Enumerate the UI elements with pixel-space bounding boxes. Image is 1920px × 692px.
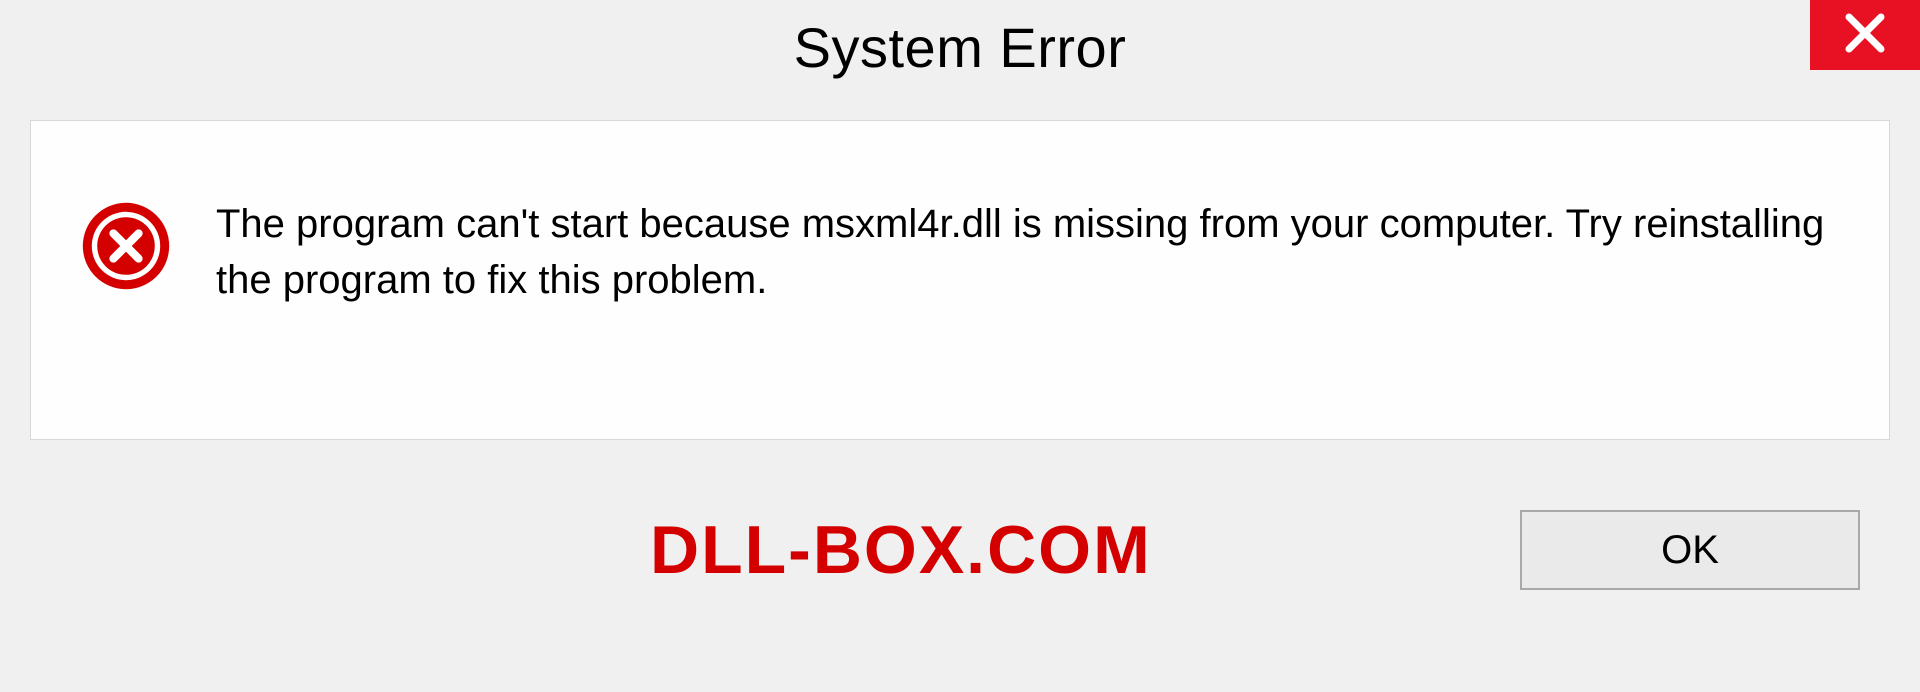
watermark-text: DLL-BOX.COM bbox=[650, 511, 1152, 589]
title-bar: System Error bbox=[0, 0, 1920, 100]
error-message: The program can't start because msxml4r.… bbox=[216, 191, 1839, 308]
close-icon bbox=[1843, 11, 1887, 60]
ok-button[interactable]: OK bbox=[1520, 510, 1860, 590]
dialog-title: System Error bbox=[794, 15, 1127, 80]
close-button[interactable] bbox=[1810, 0, 1920, 70]
dialog-footer: DLL-BOX.COM OK bbox=[30, 440, 1890, 660]
message-panel: The program can't start because msxml4r.… bbox=[30, 120, 1890, 440]
error-icon bbox=[81, 201, 171, 291]
